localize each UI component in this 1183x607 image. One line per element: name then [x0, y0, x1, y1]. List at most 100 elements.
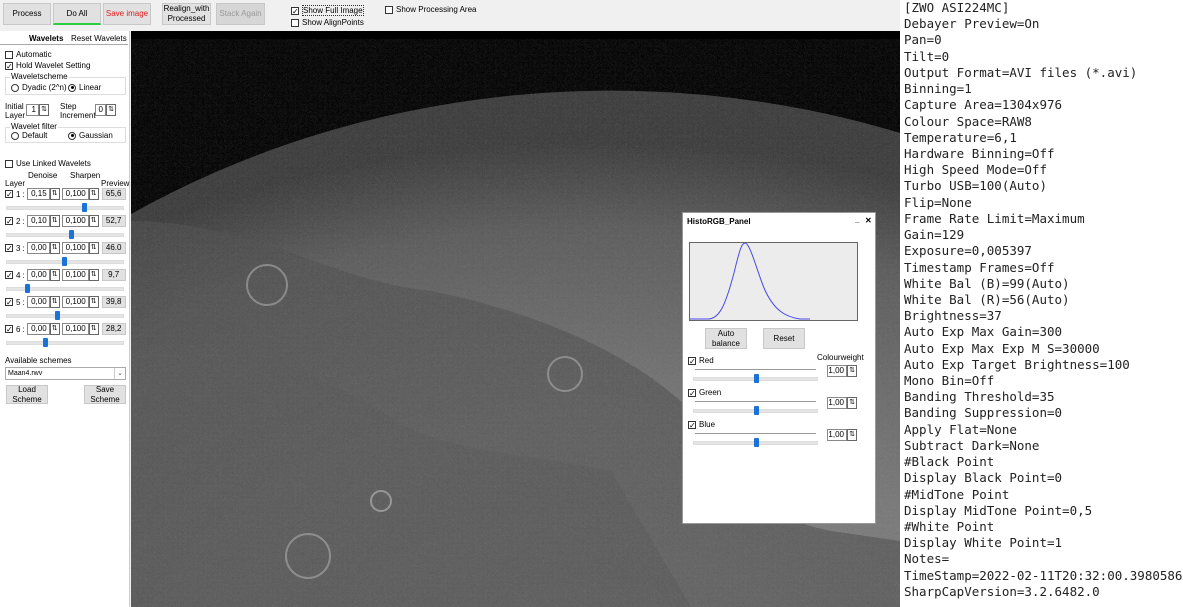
initial-layer-stepper[interactable]: 1 ⇅: [26, 104, 49, 116]
sharpen-input[interactable]: 0,100: [61, 296, 89, 308]
spin-arrows-icon[interactable]: ⇅: [88, 323, 99, 335]
channel-slider[interactable]: [693, 406, 818, 415]
sharpen-input[interactable]: 0,100: [61, 242, 89, 254]
denoise-input[interactable]: 0,00: [26, 323, 50, 335]
reset-wavelets-button[interactable]: Reset Wavelets: [71, 34, 127, 43]
denoise-input[interactable]: 0,00: [26, 296, 50, 308]
layer-slider[interactable]: [6, 284, 124, 293]
layer-slider[interactable]: [6, 203, 124, 212]
load-scheme-button[interactable]: Load Scheme: [6, 385, 48, 404]
save-scheme-button[interactable]: Save Scheme: [84, 385, 126, 404]
channel-green-checkbox[interactable]: Green: [688, 388, 721, 397]
show-processing-area-checkbox[interactable]: Show Processing Area: [385, 5, 477, 14]
colourweight-stepper[interactable]: 1,00 ⇅: [827, 397, 857, 409]
spin-arrows-icon[interactable]: ⇅: [106, 104, 116, 116]
preview-button[interactable]: 52,7: [101, 215, 126, 227]
sharpen-input[interactable]: 0,100: [61, 323, 89, 335]
layer-checkbox[interactable]: [5, 271, 13, 279]
step-increment-stepper[interactable]: 0 ⇅: [95, 104, 116, 116]
save-image-button[interactable]: Save image: [103, 3, 151, 25]
spin-arrows-icon[interactable]: ⇅: [847, 365, 857, 377]
slider-thumb[interactable]: [68, 230, 74, 239]
channel-blue-checkbox[interactable]: Blue: [688, 420, 715, 429]
spin-arrows-icon[interactable]: ⇅: [49, 269, 60, 281]
channel-red-checkbox[interactable]: Red: [688, 356, 714, 365]
preview-button[interactable]: 65,6: [101, 188, 126, 200]
show-alignpoints-checkbox[interactable]: Show AlignPoints: [291, 18, 364, 27]
sharpen-input[interactable]: 0,100: [61, 269, 89, 281]
label: Gaussian: [79, 131, 113, 140]
info-line: Banding Suppression=0: [904, 405, 1063, 421]
channel-slider[interactable]: [693, 374, 818, 383]
filter-gaussian-radio[interactable]: Gaussian: [68, 131, 113, 140]
spin-arrows-icon[interactable]: ⇅: [49, 188, 60, 200]
layer-slider[interactable]: [6, 257, 124, 266]
show-full-image-checkbox[interactable]: Show Full Image: [291, 5, 364, 16]
channel-slider[interactable]: [693, 438, 818, 447]
close-icon[interactable]: ✕: [865, 216, 872, 225]
layer-slider[interactable]: [6, 338, 124, 347]
colourweight-stepper[interactable]: 1,00 ⇅: [827, 365, 857, 377]
layer-slider[interactable]: [6, 311, 124, 320]
dyadic-radio[interactable]: Dyadic (2^n): [11, 83, 67, 92]
spin-arrows-icon[interactable]: ⇅: [49, 323, 60, 335]
slider-thumb[interactable]: [61, 257, 67, 266]
value[interactable]: 0: [95, 104, 106, 116]
reset-button[interactable]: Reset: [763, 328, 805, 349]
slider-thumb[interactable]: [81, 203, 87, 212]
chevron-down-icon[interactable]: ⌄: [114, 368, 125, 379]
layer-checkbox[interactable]: [5, 325, 13, 333]
tab-wavelets[interactable]: Wavelets: [29, 34, 63, 43]
spin-arrows-icon[interactable]: ⇅: [88, 296, 99, 308]
denoise-input[interactable]: 0,00: [26, 269, 50, 281]
spin-arrows-icon[interactable]: ⇅: [88, 269, 99, 281]
minimize-icon[interactable]: _: [855, 215, 859, 224]
spin-arrows-icon[interactable]: ⇅: [49, 242, 60, 254]
preview-button[interactable]: 46.0: [101, 242, 126, 254]
sharpen-input[interactable]: 0,100: [61, 215, 89, 227]
value[interactable]: 1: [26, 104, 39, 116]
slider-thumb[interactable]: [54, 311, 60, 320]
sharpen-input[interactable]: 0,100: [61, 188, 89, 200]
layer-checkbox[interactable]: [5, 217, 13, 225]
slider-thumb[interactable]: [753, 374, 759, 383]
slider-thumb[interactable]: [24, 284, 30, 293]
spin-arrows-icon[interactable]: ⇅: [847, 429, 857, 441]
spin-arrows-icon[interactable]: ⇅: [88, 215, 99, 227]
scheme-select[interactable]: Maan4.rwv ⌄: [5, 367, 126, 380]
weight-input[interactable]: 1,00: [827, 365, 847, 377]
spin-arrows-icon[interactable]: ⇅: [847, 397, 857, 409]
denoise-input[interactable]: 0,15: [26, 188, 50, 200]
slider-thumb[interactable]: [753, 438, 759, 447]
slider-thumb[interactable]: [43, 338, 49, 347]
layer-checkbox[interactable]: [5, 190, 13, 198]
layer-checkbox[interactable]: [5, 244, 13, 252]
realign-button[interactable]: Realign_with Processed: [162, 3, 211, 25]
stack-again-button[interactable]: Stack Again: [216, 3, 265, 25]
spin-arrows-icon[interactable]: ⇅: [39, 104, 49, 116]
spin-arrows-icon[interactable]: ⇅: [88, 188, 99, 200]
linear-radio[interactable]: Linear: [68, 83, 101, 92]
process-button[interactable]: Process: [3, 3, 51, 25]
preview-button[interactable]: 39,8: [101, 296, 126, 308]
weight-input[interactable]: 1,00: [827, 429, 847, 441]
colourweight-stepper[interactable]: 1,00 ⇅: [827, 429, 857, 441]
do-all-button[interactable]: Do All: [53, 3, 101, 25]
automatic-checkbox[interactable]: Automatic: [5, 50, 52, 59]
radio-icon: [11, 131, 19, 140]
denoise-input[interactable]: 0,00: [26, 242, 50, 254]
preview-button[interactable]: 9,7: [101, 269, 126, 281]
slider-thumb[interactable]: [753, 406, 759, 415]
filter-default-radio[interactable]: Default: [11, 131, 47, 140]
auto-balance-button[interactable]: Auto balance: [705, 328, 747, 349]
weight-input[interactable]: 1,00: [827, 397, 847, 409]
preview-button[interactable]: 28,2: [101, 323, 126, 335]
spin-arrows-icon[interactable]: ⇅: [49, 296, 60, 308]
hold-wavelet-checkbox[interactable]: Hold Wavelet Setting: [5, 61, 90, 70]
layer-slider[interactable]: [6, 230, 124, 239]
spin-arrows-icon[interactable]: ⇅: [88, 242, 99, 254]
use-linked-wavelets-checkbox[interactable]: Use Linked Wavelets: [5, 159, 91, 168]
layer-checkbox[interactable]: [5, 298, 13, 306]
spin-arrows-icon[interactable]: ⇅: [49, 215, 60, 227]
denoise-input[interactable]: 0,10: [26, 215, 50, 227]
